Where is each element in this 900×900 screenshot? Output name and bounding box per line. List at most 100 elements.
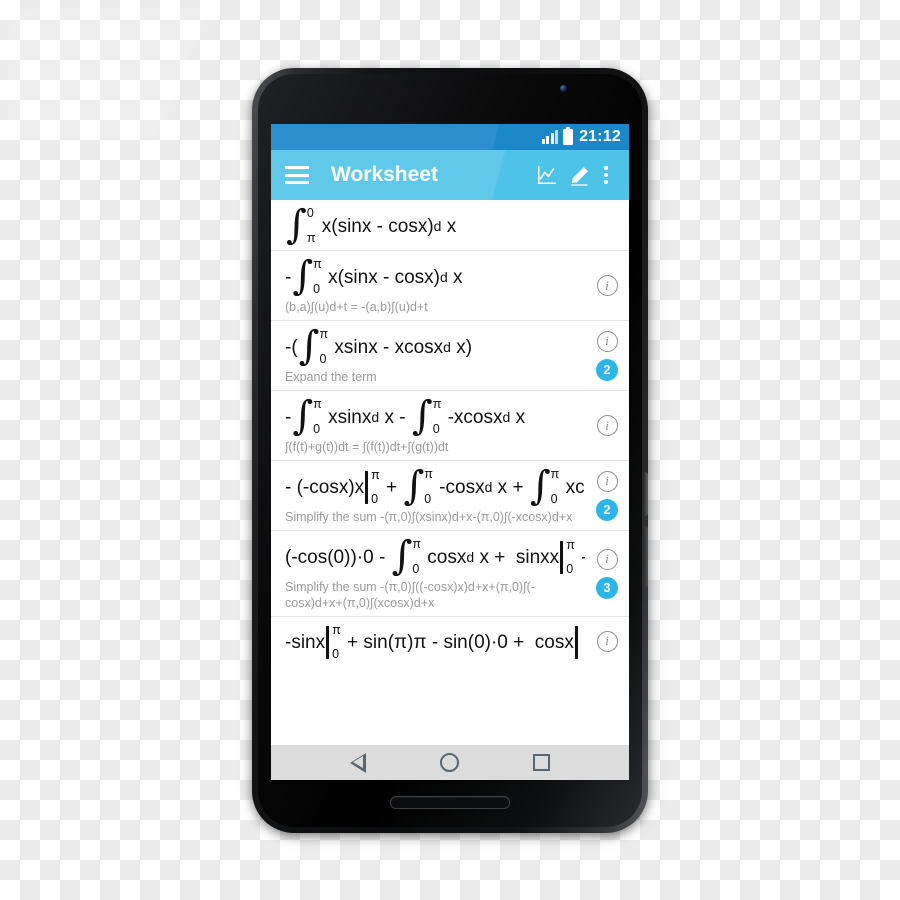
worksheet-step-row[interactable]: - (-cosx)x π0 + ∫ π0 -cosx d x + ∫ π 0 x… — [271, 461, 629, 531]
three-dot-overflow-icon[interactable] — [595, 161, 617, 189]
integral-upper-limit: π — [313, 258, 322, 271]
formula-text: - — [576, 548, 585, 567]
status-bar-clock: 21:12 — [579, 128, 621, 145]
formula-text: + sin(π)π - sin(0)·0 + cosx — [341, 631, 574, 653]
evalbar-upper-limit: π — [332, 624, 341, 637]
step-formula: -sinx π0 + sin(π)π - sin(0)·0 + cosx — [285, 624, 585, 660]
step-formula: - ∫ π0 x(sinx - cosx) d x — [285, 258, 585, 296]
step-actions: i — [585, 251, 629, 320]
app-bar: Worksheet — [271, 150, 629, 200]
integral-icon: ∫ π0 — [292, 398, 322, 436]
integral-icon: ∫ π0 — [292, 258, 322, 296]
step-actions: i 2 — [585, 461, 629, 530]
worksheet-step-row[interactable]: -( ∫ π0 xsinx - xcosx d x) Expand the te… — [271, 321, 629, 391]
step-formula: - (-cosx)x π0 + ∫ π0 -cosx d x + ∫ π 0 x… — [285, 468, 585, 506]
evalbar-lower-limit: 0 — [332, 646, 340, 660]
worksheet-step-row[interactable]: (-cos(0))·0 - ∫ π0 cosx d x + sinxx π0 - — [271, 531, 629, 617]
step-hint: ∫(f(t)+g(t))dt = ∫(f(t))dt+∫(g(t))dt — [285, 440, 449, 454]
formula-text: x — [510, 406, 526, 428]
phone-screen: 21:12 Worksheet ∫ 0 π x(sinx - cosx) d x… — [271, 124, 629, 780]
integral-upper-limit: 0 — [306, 207, 314, 220]
info-icon[interactable]: i — [596, 275, 618, 296]
formula-text: xsinx - xcosx — [329, 336, 444, 358]
integral-icon: ∫ π0 — [391, 538, 422, 576]
step-count-badge[interactable]: 2 — [596, 358, 618, 381]
pencil-edit-icon[interactable] — [563, 159, 595, 191]
integral-lower-limit: 0 — [432, 421, 440, 436]
integral-icon: ∫ π0 — [411, 398, 442, 436]
formula-text: x(sinx - cosx) — [322, 266, 440, 288]
worksheet-step-list[interactable]: ∫ 0π x(sinx - cosx) d x - ∫ π0 x(sinx - … — [271, 200, 629, 745]
step-hint: Simplify the sum -(π,0)∫((-cosx)x)d+x+(π… — [285, 580, 535, 610]
formula-text: xcosx — [565, 476, 585, 498]
volume-button[interactable] — [644, 526, 648, 588]
formula-text: x) — [450, 336, 473, 358]
line-chart-icon[interactable] — [531, 159, 563, 191]
worksheet-step-row[interactable]: -sinx π0 + sin(π)π - sin(0)·0 + cosx i — [271, 617, 629, 665]
evaluation-bar-icon: π0 — [365, 469, 380, 505]
integral-icon: ∫ π0 — [403, 468, 433, 506]
step-actions: i — [585, 391, 629, 460]
formula-text: - — [285, 266, 292, 288]
formula-text: xsinx — [322, 406, 372, 428]
integral-lower-limit: 0 — [313, 281, 321, 296]
step-actions: i 3 — [585, 531, 629, 616]
worksheet-step-row[interactable]: - ∫ π0 x(sinx - cosx) d x (b,a)∫(u)d+t =… — [271, 251, 629, 321]
evalbar-lower-limit: 0 — [566, 561, 574, 576]
formula-text: x — [447, 266, 463, 288]
formula-text: (-cos(0))·0 - — [285, 546, 391, 568]
step-content: -( ∫ π0 xsinx - xcosx d x) Expand the te… — [285, 321, 585, 390]
back-triangle-icon[interactable] — [350, 752, 366, 773]
integral-upper-limit: π — [412, 538, 422, 551]
formula-text: x + sinxx — [474, 546, 560, 568]
formula-text: x + — [492, 476, 529, 498]
battery-icon — [563, 126, 574, 145]
step-content: - ∫ π0 xsinx d x - ∫ π0 -xcosx d x ∫(f(t… — [285, 391, 585, 460]
formula-text: + — [380, 476, 403, 498]
signal-bars-icon — [541, 130, 559, 144]
hamburger-menu-icon[interactable] — [285, 166, 309, 184]
worksheet-step-row[interactable]: - ∫ π0 xsinx d x - ∫ π0 -xcosx d x ∫(f(t… — [271, 391, 629, 461]
worksheet-step-row[interactable]: ∫ 0π x(sinx - cosx) d x — [271, 200, 629, 251]
home-circle-icon[interactable] — [440, 753, 459, 772]
page-title: Worksheet — [331, 163, 438, 186]
formula-differential: d — [502, 409, 511, 425]
step-content: -sinx π0 + sin(π)π - sin(0)·0 + cosx — [285, 617, 585, 665]
step-hint: Expand the term — [285, 370, 377, 384]
formula-differential: d — [443, 339, 451, 355]
step-count-badge[interactable]: 3 — [596, 576, 618, 599]
step-count-badge[interactable]: 2 — [596, 498, 618, 521]
formula-text: -( — [285, 336, 298, 358]
step-formula: ∫ 0π x(sinx - cosx) d x — [285, 207, 585, 245]
info-icon[interactable]: i — [596, 415, 618, 436]
integral-icon: ∫ 0π — [286, 207, 316, 245]
info-icon[interactable]: i — [596, 630, 618, 652]
integral-icon: ∫ π0 — [529, 468, 560, 506]
integral-lower-limit: 0 — [424, 491, 432, 506]
formula-differential: d — [484, 479, 493, 495]
info-icon[interactable]: i — [596, 548, 618, 570]
integral-upper-limit: π — [432, 398, 442, 411]
formula-text: -cosx — [433, 476, 485, 498]
formula-text: - (-cosx)x — [285, 476, 365, 498]
formula-differential: d — [439, 269, 448, 285]
recents-square-icon[interactable] — [533, 754, 550, 771]
integral-upper-limit: π — [424, 468, 433, 481]
power-button[interactable] — [644, 472, 648, 516]
status-bar: 21:12 — [271, 124, 629, 150]
integral-upper-limit: π — [313, 398, 322, 411]
integral-lower-limit: π — [306, 230, 316, 245]
evalbar-upper-limit: π — [371, 468, 380, 482]
step-actions: i — [585, 617, 629, 665]
front-camera-lens — [560, 85, 567, 92]
step-formula: (-cos(0))·0 - ∫ π0 cosx d x + sinxx π0 - — [285, 538, 585, 576]
formula-text: - — [285, 406, 292, 428]
formula-text: x - — [379, 406, 411, 428]
integral-lower-limit: 0 — [313, 421, 321, 436]
info-icon[interactable]: i — [596, 330, 618, 352]
integral-lower-limit: 0 — [319, 351, 327, 366]
info-icon[interactable]: i — [596, 470, 618, 492]
step-formula: - ∫ π0 xsinx d x - ∫ π0 -xcosx d x — [285, 398, 585, 436]
formula-text: x — [441, 215, 457, 237]
android-navigation-bar — [271, 745, 629, 780]
